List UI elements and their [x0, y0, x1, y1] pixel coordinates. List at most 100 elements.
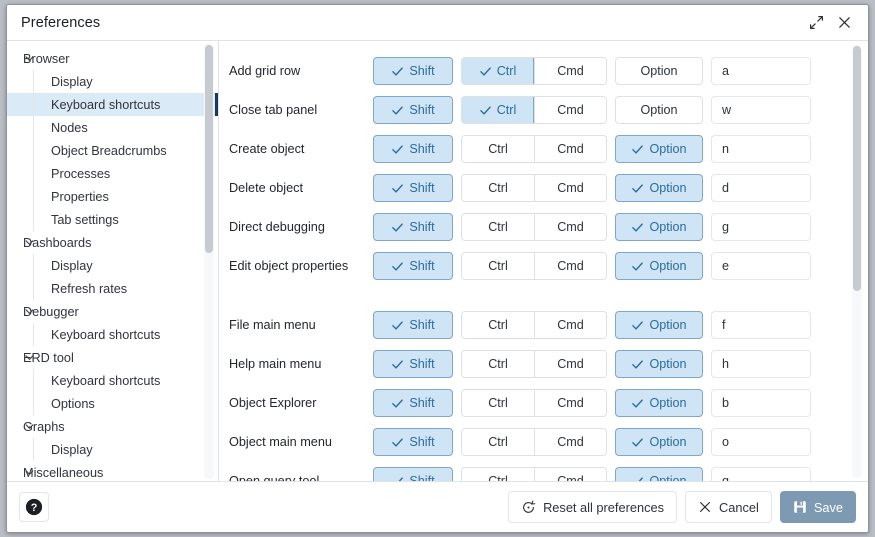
option-toggle[interactable]: Option [615, 311, 703, 339]
shift-toggle[interactable]: Shift [373, 350, 453, 378]
shortcut-key-input[interactable] [711, 389, 811, 417]
option-toggle[interactable]: Option [615, 213, 703, 241]
sidebar-item-label: Object Breadcrumbs [51, 143, 167, 158]
sidebar-item-graphs[interactable]: Graphs [7, 415, 218, 438]
close-icon[interactable] [830, 10, 858, 36]
ctrl-toggle[interactable]: Ctrl [462, 97, 534, 123]
option-toggle[interactable]: Option [615, 389, 703, 417]
shortcut-key-input[interactable] [711, 252, 811, 280]
option-toggle[interactable]: Option [615, 350, 703, 378]
shortcut-key-input[interactable] [711, 213, 811, 241]
chevron-down-icon[interactable] [24, 306, 35, 317]
sidebar-item-label: Refresh rates [51, 281, 128, 296]
ctrl-toggle[interactable]: Ctrl [462, 253, 534, 279]
ctrl-toggle[interactable]: Ctrl [462, 390, 534, 416]
sidebar-item-keyboard-shortcuts[interactable]: Keyboard shortcuts [7, 93, 218, 116]
option-toggle[interactable]: Option [615, 174, 703, 202]
option-toggle[interactable]: Option [615, 57, 703, 85]
shortcut-key-input[interactable] [711, 135, 811, 163]
shortcut-key-input[interactable] [711, 428, 811, 456]
chevron-down-icon[interactable] [24, 352, 35, 363]
cmd-toggle[interactable]: Cmd [534, 97, 606, 123]
save-button[interactable]: Save [779, 491, 856, 523]
sidebar-item-dashboards[interactable]: Dashboards [7, 231, 218, 254]
ctrl-toggle[interactable]: Ctrl [462, 468, 534, 481]
sidebar-item-display[interactable]: Display [7, 438, 218, 461]
shortcut-key-input[interactable] [711, 57, 811, 85]
sidebar-item-refresh-rates[interactable]: Refresh rates [7, 277, 218, 300]
cmd-label: Cmd [557, 142, 584, 156]
expand-diagonal-icon[interactable] [802, 10, 830, 36]
cmd-toggle[interactable]: Cmd [534, 468, 606, 481]
sidebar-item-browser[interactable]: Browser [7, 47, 218, 70]
option-toggle[interactable]: Option [615, 428, 703, 456]
ctrl-label: Ctrl [488, 396, 508, 410]
chevron-down-icon[interactable] [24, 421, 35, 432]
option-toggle[interactable]: Option [615, 252, 703, 280]
ctrl-toggle[interactable]: Ctrl [462, 175, 534, 201]
sidebar-item-tab-settings[interactable]: Tab settings [7, 208, 218, 231]
shift-toggle[interactable]: Shift [373, 135, 453, 163]
sidebar-scrollbar-track[interactable] [204, 43, 214, 479]
cmd-toggle[interactable]: Cmd [534, 214, 606, 240]
ctrl-toggle[interactable]: Ctrl [462, 214, 534, 240]
cmd-toggle[interactable]: Cmd [534, 253, 606, 279]
shift-toggle[interactable]: Shift [373, 57, 453, 85]
shortcut-key-input[interactable] [711, 467, 811, 481]
sidebar-item-processes[interactable]: Processes [7, 162, 218, 185]
shift-toggle[interactable]: Shift [373, 389, 453, 417]
sidebar-item-keyboard-shortcuts[interactable]: Keyboard shortcuts [7, 369, 218, 392]
sidebar-item-options[interactable]: Options [7, 392, 218, 415]
ctrl-toggle[interactable]: Ctrl [462, 58, 534, 84]
sidebar-item-erd-tool[interactable]: ERD tool [7, 346, 218, 369]
ctrl-cmd-group: Ctrl Cmd [461, 213, 607, 241]
shift-toggle[interactable]: Shift [373, 213, 453, 241]
ctrl-toggle[interactable]: Ctrl [462, 312, 534, 338]
shift-toggle[interactable]: Shift [373, 252, 453, 280]
ctrl-toggle[interactable]: Ctrl [462, 136, 534, 162]
shortcut-key-input[interactable] [711, 96, 811, 124]
cmd-toggle[interactable]: Cmd [534, 390, 606, 416]
sidebar-item-object-breadcrumbs[interactable]: Object Breadcrumbs [7, 139, 218, 162]
cmd-toggle[interactable]: Cmd [534, 58, 606, 84]
option-toggle[interactable]: Option [615, 135, 703, 163]
sidebar-item-display[interactable]: Display [7, 254, 218, 277]
shortcut-key-input[interactable] [711, 350, 811, 378]
chevron-down-icon[interactable] [24, 467, 35, 478]
cmd-toggle[interactable]: Cmd [534, 429, 606, 455]
sidebar-item-debugger[interactable]: Debugger [7, 300, 218, 323]
sidebar-item-properties[interactable]: Properties [7, 185, 218, 208]
shift-toggle[interactable]: Shift [373, 96, 453, 124]
ctrl-toggle[interactable]: Ctrl [462, 429, 534, 455]
sidebar-scrollbar-thumb[interactable] [205, 45, 213, 253]
cmd-toggle[interactable]: Cmd [534, 351, 606, 377]
cancel-button[interactable]: Cancel [684, 491, 772, 523]
shortcut-key-input[interactable] [711, 311, 811, 339]
ctrl-toggle[interactable]: Ctrl [462, 351, 534, 377]
chevron-down-icon[interactable] [24, 53, 35, 64]
main-scrollbar-track[interactable] [852, 44, 862, 478]
option-toggle[interactable]: Option [615, 467, 703, 481]
shift-toggle[interactable]: Shift [373, 174, 453, 202]
sidebar-item-nodes[interactable]: Nodes [7, 116, 218, 139]
sidebar-item-miscellaneous[interactable]: Miscellaneous [7, 461, 218, 481]
main-scrollbar-thumb[interactable] [853, 46, 861, 291]
sidebar-item-display[interactable]: Display [7, 70, 218, 93]
option-label: Option [649, 181, 687, 195]
reset-all-preferences-button[interactable]: Reset all preferences [508, 491, 677, 523]
chevron-down-icon[interactable] [24, 237, 35, 248]
option-toggle[interactable]: Option [615, 96, 703, 124]
shift-toggle[interactable]: Shift [373, 467, 453, 481]
cmd-label: Cmd [557, 357, 584, 371]
cmd-toggle[interactable]: Cmd [534, 312, 606, 338]
shortcut-key-input[interactable] [711, 174, 811, 202]
sidebar-item-keyboard-shortcuts[interactable]: Keyboard shortcuts [7, 323, 218, 346]
shift-label: Shift [409, 220, 435, 234]
shift-toggle[interactable]: Shift [373, 428, 453, 456]
cmd-toggle[interactable]: Cmd [534, 136, 606, 162]
ctrl-label: Ctrl [496, 103, 517, 117]
sidebar-item-label: Properties [51, 189, 109, 204]
cmd-toggle[interactable]: Cmd [534, 175, 606, 201]
shift-toggle[interactable]: Shift [373, 311, 453, 339]
help-button[interactable]: ? [19, 492, 49, 522]
